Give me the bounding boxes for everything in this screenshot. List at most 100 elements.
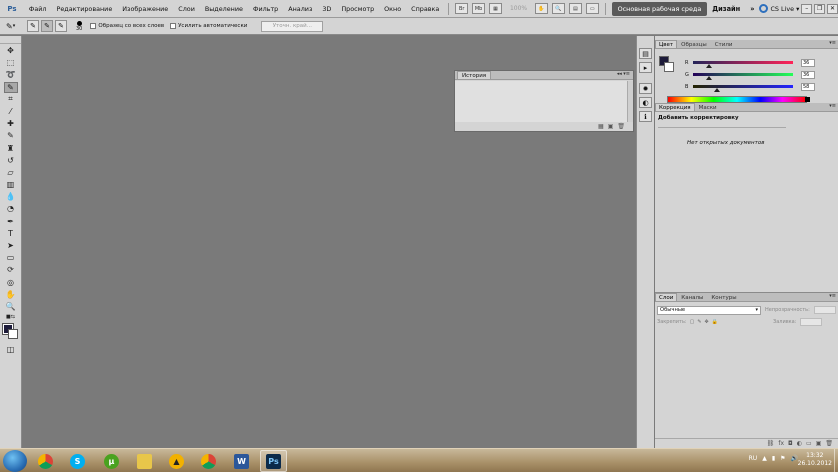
taskbar-aimp[interactable]: ▲ <box>163 450 190 472</box>
zoom-tool-icon[interactable]: 🔍 <box>4 301 18 312</box>
actions-panel-icon[interactable]: ▸ <box>639 62 652 73</box>
gradient-tool-icon[interactable]: ▥ <box>4 179 18 190</box>
hand-view-icon[interactable]: ✋ <box>535 3 548 14</box>
new-layer-icon[interactable]: ▣ <box>816 440 822 447</box>
mini-bridge-icon[interactable]: Mb <box>472 3 486 14</box>
network-icon[interactable]: ▮ <box>772 455 775 462</box>
lock-position-icon[interactable]: ✥ <box>705 319 709 325</box>
new-document-from-state-icon[interactable]: ▦ <box>598 123 604 130</box>
clone-stamp-tool-icon[interactable]: ♜ <box>4 143 18 154</box>
adjustment-layer-icon[interactable]: ◐ <box>797 440 802 447</box>
blue-slider[interactable] <box>693 85 793 92</box>
screen-mode-icon[interactable]: ▭ <box>585 3 599 14</box>
flag-icon[interactable]: ⚑ <box>780 455 785 462</box>
tab-adjustments[interactable]: Коррекция <box>655 103 695 111</box>
history-brush-tool-icon[interactable]: ↺ <box>4 155 18 166</box>
menu-analysis[interactable]: Анализ <box>283 5 317 13</box>
minimize-button[interactable]: – <box>801 3 813 14</box>
default-colors-icon[interactable]: ■⇆ <box>4 313 18 320</box>
arrange-icon[interactable]: ▤ <box>568 3 582 14</box>
close-button[interactable]: ✕ <box>827 3 838 14</box>
menu-layer[interactable]: Слои <box>173 5 200 13</box>
taskbar-explorer[interactable] <box>131 450 158 472</box>
fill-input[interactable] <box>800 318 823 326</box>
slider-thumb-icon[interactable] <box>714 88 720 92</box>
menu-window[interactable]: Окно <box>379 5 406 13</box>
lock-all-icon[interactable]: 🔒 <box>712 319 718 325</box>
layer-mask-icon[interactable]: ◘ <box>788 440 793 447</box>
bridge-icon[interactable]: Br <box>455 3 469 14</box>
healing-brush-tool-icon[interactable]: ✚ <box>4 118 18 129</box>
blur-tool-icon[interactable]: 💧 <box>4 191 18 202</box>
brightness-icon[interactable]: ✹ <box>639 83 652 94</box>
guides-icon[interactable]: ▦ <box>489 3 502 14</box>
info-icon[interactable]: ℹ <box>639 111 652 122</box>
zoom-level[interactable]: 100% <box>504 5 533 12</box>
pen-tool-icon[interactable]: ✒ <box>4 216 18 227</box>
menu-filter[interactable]: Фильтр <box>248 5 283 13</box>
color-swatches[interactable] <box>1 323 19 340</box>
lock-transparency-icon[interactable]: ▢ <box>690 319 695 325</box>
lasso-tool-icon[interactable]: ➰ <box>4 69 18 80</box>
green-value[interactable]: 36 <box>801 70 815 79</box>
mask-icon[interactable]: ◐ <box>639 97 652 108</box>
panel-menu-icon[interactable]: ▾≡ <box>829 103 836 109</box>
color-spectrum[interactable] <box>667 96 807 103</box>
eraser-tool-icon[interactable]: ▱ <box>4 167 18 178</box>
new-group-icon[interactable]: ▭ <box>806 440 812 447</box>
tab-layers[interactable]: Слои <box>655 293 678 301</box>
eyedropper-tool-icon[interactable]: ⁄ <box>4 106 18 117</box>
crop-tool-icon[interactable]: ⌗ <box>4 94 18 105</box>
language-indicator[interactable]: RU <box>749 455 758 462</box>
history-panel-icon[interactable]: ▤ <box>639 48 652 59</box>
tab-history[interactable]: История <box>457 71 492 79</box>
history-scrollbar[interactable] <box>627 81 633 122</box>
lock-pixels-icon[interactable]: ✎ <box>697 319 701 325</box>
start-button[interactable] <box>3 450 27 472</box>
panel-menu-icon[interactable]: ▾≡ <box>829 293 836 299</box>
panel-menu-icon[interactable]: ◂◂ ▾≡ <box>617 71 630 77</box>
zoom-view-icon[interactable]: 🔍 <box>551 3 565 14</box>
color-background-swatch[interactable] <box>664 62 674 72</box>
taskbar-chrome-2[interactable] <box>195 450 222 472</box>
taskbar-chrome[interactable] <box>32 450 59 472</box>
workspace-essentials-button[interactable]: Основная рабочая среда <box>611 1 708 16</box>
blend-mode-select[interactable]: Обычные <box>657 305 761 315</box>
marquee-tool-icon[interactable]: ⬚ <box>4 57 18 68</box>
move-tool-icon[interactable]: ✥ <box>4 45 18 56</box>
workspace-more-button[interactable]: » <box>745 5 759 13</box>
subtract-selection-icon[interactable]: ✎ <box>55 20 67 32</box>
taskbar-utorrent[interactable]: μ <box>98 450 125 472</box>
show-hidden-icons-icon[interactable]: ▲ <box>762 455 767 462</box>
brush-picker[interactable]: 30 <box>76 20 82 32</box>
menu-3d[interactable]: 3D <box>317 5 336 13</box>
add-to-selection-icon[interactable]: ✎ <box>41 20 53 32</box>
hand-tool-icon[interactable]: ✋ <box>4 289 18 300</box>
panel-menu-icon[interactable]: ▾≡ <box>829 40 836 46</box>
tab-paths[interactable]: Контуры <box>707 293 740 301</box>
green-slider[interactable] <box>693 73 793 80</box>
red-slider[interactable] <box>693 61 793 68</box>
layer-style-icon[interactable]: fx <box>778 440 784 447</box>
type-tool-icon[interactable]: T <box>4 228 18 239</box>
trash-icon[interactable]: 🗑 <box>617 123 625 130</box>
cslive-menu[interactable]: CS Live ▾ <box>759 4 799 13</box>
menu-select[interactable]: Выделение <box>200 5 248 13</box>
3d-rotate-tool-icon[interactable]: ⟳ <box>4 264 18 275</box>
path-selection-tool-icon[interactable]: ➤ <box>4 240 18 251</box>
red-value[interactable]: 36 <box>801 58 815 67</box>
quick-mask-icon[interactable]: ◫ <box>4 344 18 355</box>
taskbar-skype[interactable]: S <box>64 450 91 472</box>
shape-tool-icon[interactable]: ▭ <box>4 252 18 263</box>
new-snapshot-icon[interactable]: ▣ <box>608 123 614 130</box>
restore-button[interactable]: ❐ <box>814 3 826 14</box>
dodge-tool-icon[interactable]: ◔ <box>4 203 18 214</box>
taskbar-photoshop[interactable]: Ps <box>260 450 287 472</box>
menu-file[interactable]: Файл <box>24 5 52 13</box>
tab-swatches[interactable]: Образцы <box>677 40 711 48</box>
brush-tool-icon[interactable]: ✎ <box>4 130 18 141</box>
quick-selection-tool-icon[interactable]: ✎ <box>3 81 18 93</box>
new-selection-icon[interactable]: ✎ <box>27 20 39 32</box>
menu-help[interactable]: Справка <box>406 5 444 13</box>
clock[interactable]: 13:32 26.10.2012 <box>798 452 832 468</box>
